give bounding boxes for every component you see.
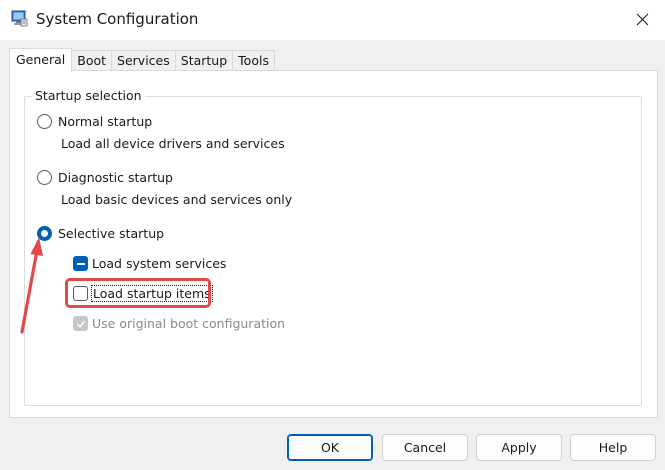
radio-circle-icon [37, 114, 52, 129]
apply-button[interactable]: Apply [476, 434, 562, 461]
checkmark-icon [76, 320, 85, 328]
selective-startup-label: Selective startup [58, 226, 165, 241]
annotation-highlight-box [65, 278, 211, 308]
help-button[interactable]: Help [570, 434, 656, 461]
tab-services[interactable]: Services [111, 50, 176, 71]
title-bar: System Configuration [0, 0, 665, 40]
normal-startup-label: Normal startup [58, 114, 153, 129]
checkbox-indeterminate-icon [73, 256, 88, 271]
normal-startup-description: Load all device drivers and services [61, 136, 285, 151]
use-original-boot-configuration-checkbox[interactable]: Use original boot configuration [73, 316, 285, 331]
close-button[interactable] [619, 0, 665, 38]
radio-selected-icon [37, 226, 52, 241]
normal-startup-radio[interactable]: Normal startup [37, 114, 152, 129]
cancel-button[interactable]: Cancel [382, 434, 468, 461]
tab-strip: General Boot Services Startup Tools [9, 48, 275, 72]
use-original-boot-configuration-label: Use original boot configuration [92, 316, 286, 331]
general-tab-panel: Startup selection Normal startup Load al… [9, 70, 658, 418]
tab-boot[interactable]: Boot [71, 50, 113, 71]
startup-selection-label: Startup selection [32, 88, 145, 103]
checkbox-checked-disabled-icon [73, 316, 88, 331]
diagnostic-startup-description: Load basic devices and services only [61, 192, 293, 207]
diagnostic-startup-radio[interactable]: Diagnostic startup [37, 170, 173, 185]
radio-circle-icon [37, 170, 52, 185]
selective-startup-radio[interactable]: Selective startup [37, 226, 164, 241]
diagnostic-startup-label: Diagnostic startup [58, 170, 173, 185]
tab-startup[interactable]: Startup [174, 50, 234, 71]
tab-tools[interactable]: Tools [232, 50, 275, 71]
load-system-services-label: Load system services [92, 256, 227, 271]
ok-button[interactable]: OK [287, 434, 373, 461]
system-configuration-icon [11, 10, 28, 27]
window-title: System Configuration [36, 10, 199, 28]
tab-general[interactable]: General [9, 48, 73, 72]
close-icon [636, 13, 648, 25]
load-system-services-checkbox[interactable]: Load system services [73, 256, 226, 271]
dialog-body: General Boot Services Startup Tools Star… [0, 40, 665, 470]
